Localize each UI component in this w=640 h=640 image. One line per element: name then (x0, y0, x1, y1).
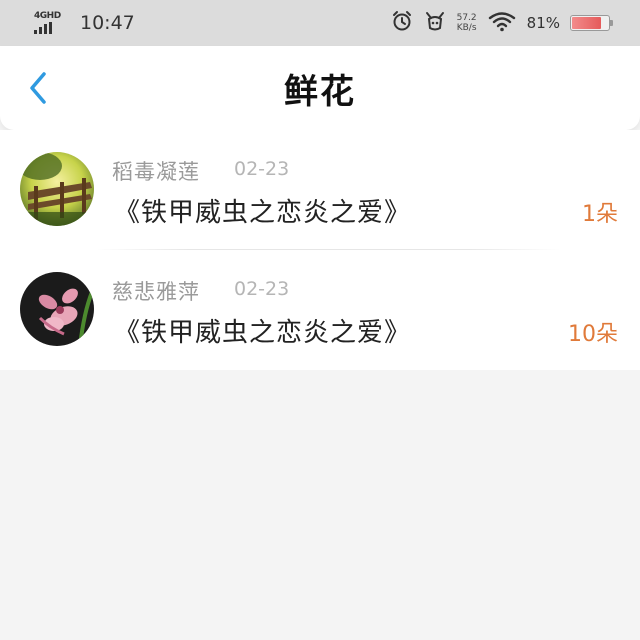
battery-level (572, 17, 601, 29)
chevron-left-icon (30, 72, 46, 104)
network-speed: 57.2 KB/s (456, 13, 477, 33)
list-item[interactable]: 慈悲雅萍 02-23 《铁甲威虫之恋炎之爱》 10朵 (0, 250, 640, 370)
network-type: 4GHD (34, 11, 61, 21)
battery-percent: 81% (526, 14, 560, 32)
battery-icon (570, 15, 613, 31)
back-button[interactable] (18, 68, 58, 108)
avatar[interactable] (20, 272, 94, 346)
status-bar-left: 4GHD 10:47 (34, 12, 135, 34)
send-date: 02-23 (234, 158, 290, 180)
send-date: 02-23 (234, 278, 290, 300)
wifi-icon (487, 10, 517, 36)
page-header: 鲜花 (0, 46, 640, 130)
list-item[interactable]: 稻毒凝莲 02-23 《铁甲威虫之恋炎之爱》 1朵 (0, 130, 640, 250)
flower-record-list: 稻毒凝莲 02-23 《铁甲威虫之恋炎之爱》 1朵 慈悲雅萍 02-23 《铁甲… (0, 130, 640, 370)
flower-count: 10朵 (568, 322, 618, 347)
sender-name: 稻毒凝莲 (112, 160, 200, 184)
notification-icon (423, 9, 447, 37)
sender-name: 慈悲雅萍 (112, 280, 200, 304)
avatar[interactable] (20, 152, 94, 226)
signal-icon: 4GHD (34, 12, 68, 34)
status-bar-right: 57.2 KB/s 81% (391, 9, 613, 37)
status-bar: 4GHD 10:47 57.2 KB/s 81% (0, 0, 640, 46)
gift-description: 《铁甲威虫之恋炎之爱》 (114, 198, 412, 228)
page-title: 鲜花 (284, 71, 356, 112)
gift-description: 《铁甲威虫之恋炎之爱》 (114, 318, 412, 348)
clock: 10:47 (80, 12, 135, 34)
alarm-icon (391, 10, 413, 36)
flower-count: 1朵 (582, 202, 618, 227)
